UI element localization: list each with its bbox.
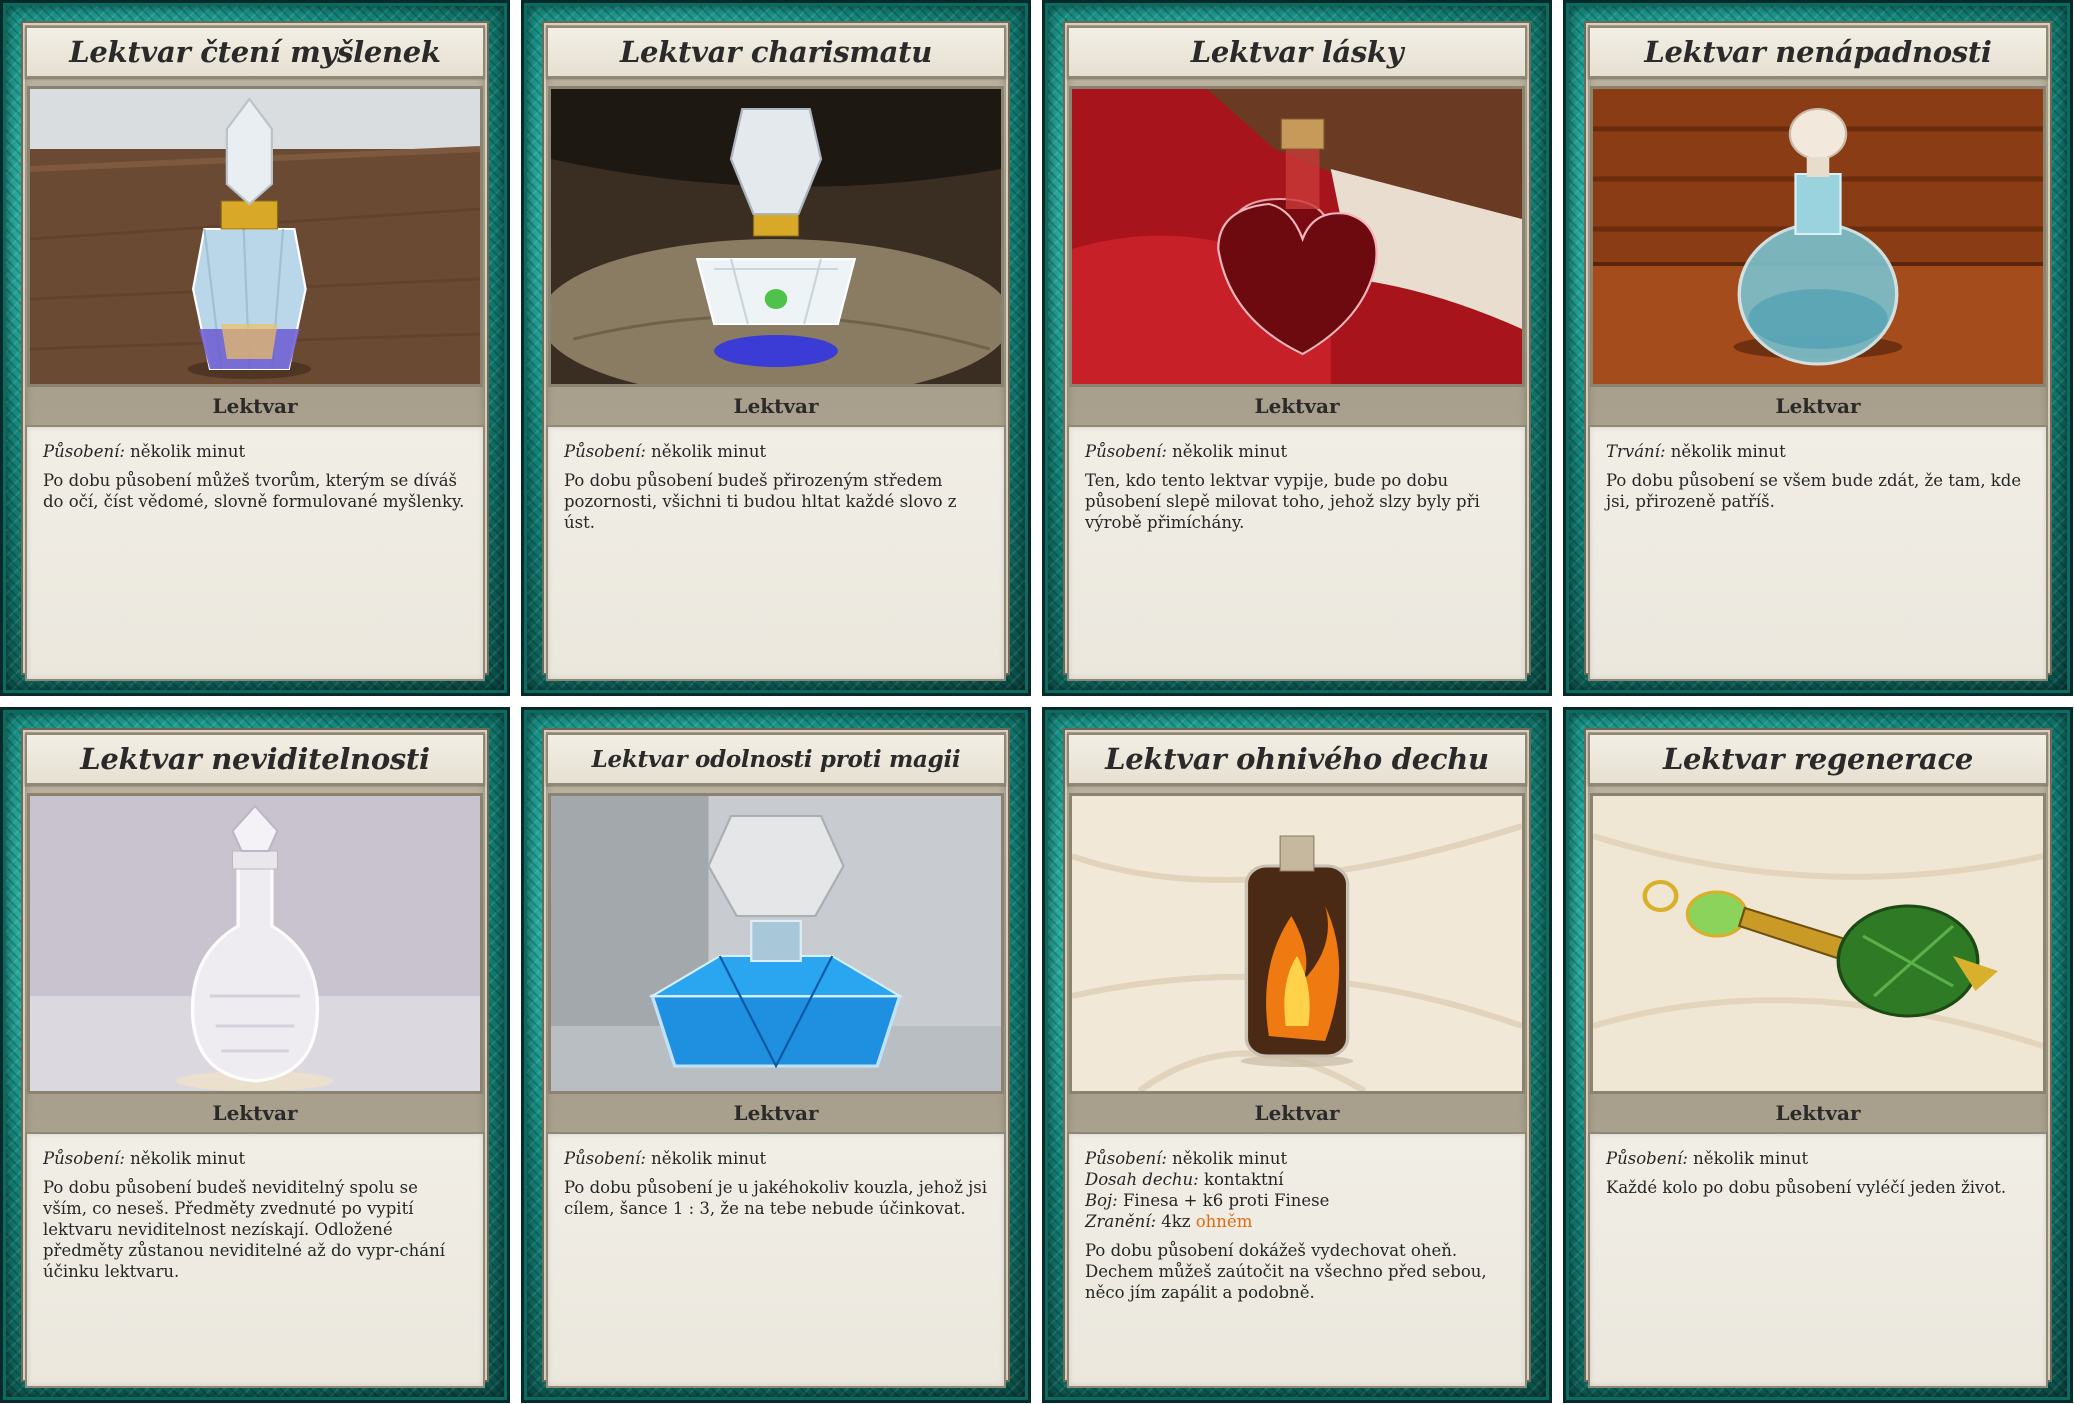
stat-value: několik minut [130, 442, 246, 461]
stat-label: Působení: [1085, 1149, 1167, 1168]
card-artwork [27, 793, 483, 1094]
card-text: Působení: několik minut Po dobu působení… [546, 425, 1006, 681]
stat-line: Působení: několik minut [564, 441, 988, 462]
stat-label: Působení: [1606, 1149, 1688, 1168]
card-title: Lektvar nenápadnosti [1588, 26, 2048, 78]
card-description: Po dobu působení se všem bude zdát, že t… [1606, 471, 2022, 511]
card-description: Po dobu působení budeš neviditelný spolu… [43, 1178, 446, 1281]
stat-line: Působení: několik minut [43, 441, 467, 462]
card-artwork [548, 86, 1004, 387]
card-artwork [1069, 86, 1525, 387]
stat-label: Působení: [43, 1149, 125, 1168]
card-type: Lektvar [733, 1101, 819, 1125]
stat-label: Trvání: [1606, 442, 1666, 461]
stat-value: několik minut [130, 1149, 246, 1168]
potion-card[interactable]: Lektvar ohnivého dechu Lektvar Působení:… [1042, 707, 1552, 1403]
stat-value: několik minut [1693, 1149, 1809, 1168]
stat-line: Působení: několik minut [564, 1148, 988, 1169]
stat-label: Působení: [1085, 442, 1167, 461]
stat-value: Finesa + k6 proti Finese [1122, 1191, 1330, 1210]
card-type: Lektvar [1775, 394, 1861, 418]
stat-line: Trvání: několik minut [1606, 441, 2030, 462]
card-text: Působení: několik minut Po dobu působení… [546, 1132, 1006, 1388]
card-type: Lektvar [1775, 1101, 1861, 1125]
card-description: Každé kolo po dobu působení vyléčí jeden… [1606, 1178, 2007, 1197]
card-title: Lektvar regenerace [1588, 733, 2048, 785]
card-description: Ten, kdo tento lektvar vypije, bude po d… [1085, 471, 1480, 532]
card-description: Po dobu působení můžeš tvorům, kterým se… [43, 471, 465, 511]
card-type: Lektvar [733, 394, 819, 418]
stat-value: kontaktní [1203, 1170, 1284, 1189]
card-text: Působení: několik minut Po dobu působení… [25, 425, 485, 681]
card-text: Působení: několik minut Dosah dechu: kon… [1067, 1132, 1527, 1388]
potion-card[interactable]: Lektvar čtení myšlenek Lektvar Působení:… [0, 0, 510, 696]
card-artwork [1590, 793, 2046, 1094]
stat-line: Působení: několik minut [1606, 1148, 2030, 1169]
card-title: Lektvar lásky [1067, 26, 1527, 78]
card-title: Lektvar ohnivého dechu [1067, 733, 1527, 785]
stat-label: Působení: [564, 1149, 646, 1168]
card-type: Lektvar [212, 394, 298, 418]
stat-label: Působení: [564, 442, 646, 461]
potion-bottle-illustration [551, 796, 1001, 1091]
stat-label: Zranění: [1085, 1212, 1157, 1231]
stat-value: několik minut [651, 442, 767, 461]
card-title: Lektvar čtení myšlenek [25, 26, 485, 78]
card-artwork [1069, 793, 1525, 1094]
card-title: Lektvar neviditelnosti [25, 733, 485, 785]
potion-bottle-illustration [30, 796, 480, 1091]
stat-line: Působení: několik minut [43, 1148, 467, 1169]
stat-line: Boj: Finesa + k6 proti Finese [1085, 1190, 1509, 1211]
card-text: Působení: několik minut Každé kolo po do… [1588, 1132, 2048, 1388]
card-type: Lektvar [1254, 1101, 1340, 1125]
card-title: Lektvar odolnosti proti magii [546, 733, 1006, 785]
card-type: Lektvar [212, 1101, 298, 1125]
stat-value: několik minut [1670, 442, 1786, 461]
card-text: Působení: několik minut Ten, kdo tento l… [1067, 425, 1527, 681]
potion-bottle-illustration [30, 89, 480, 384]
stat-line: Zranění: 4kz ohněm [1085, 1211, 1509, 1232]
stat-line: Působení: několik minut [1085, 441, 1509, 462]
potion-card[interactable]: Lektvar nenápadnosti Lektvar Trvání: něk… [1563, 0, 2073, 696]
card-text: Působení: několik minut Po dobu působení… [25, 1132, 485, 1388]
card-description: Po dobu působení dokážeš vydechovat oheň… [1085, 1241, 1487, 1302]
card-title: Lektvar charismatu [546, 26, 1006, 78]
stat-label: Boj: [1085, 1191, 1118, 1210]
stat-line: Dosah dechu: kontaktní [1085, 1169, 1509, 1190]
card-artwork [548, 793, 1004, 1094]
stat-label: Dosah dechu: [1085, 1170, 1199, 1189]
stat-value: několik minut [651, 1149, 767, 1168]
damage-type-highlight: ohněm [1195, 1212, 1253, 1231]
potion-card[interactable]: Lektvar lásky Lektvar Působení: několik … [1042, 0, 1552, 696]
potion-bottle-illustration [551, 89, 1001, 384]
potion-card[interactable]: Lektvar charismatu Lektvar Působení: něk… [521, 0, 1031, 696]
card-artwork [27, 86, 483, 387]
stat-value: několik minut [1172, 442, 1288, 461]
potion-card[interactable]: Lektvar odolnosti proti magii Lektvar Pů… [521, 707, 1031, 1403]
potion-card[interactable]: Lektvar regenerace Lektvar Působení: něk… [1563, 707, 2073, 1403]
potion-bottle-illustration [1072, 796, 1522, 1091]
potion-card[interactable]: Lektvar neviditelnosti Lektvar Působení:… [0, 707, 510, 1403]
stat-value: několik minut [1172, 1149, 1288, 1168]
stat-line: Působení: několik minut [1085, 1148, 1509, 1169]
stat-label: Působení: [43, 442, 125, 461]
card-type: Lektvar [1254, 394, 1340, 418]
card-description: Po dobu působení budeš přirozeným střede… [564, 471, 957, 532]
stat-value: 4kz [1161, 1212, 1191, 1231]
potion-bottle-illustration [1072, 89, 1522, 384]
potion-bottle-illustration [1593, 89, 2043, 384]
potion-bottle-illustration [1593, 796, 2043, 1091]
card-sheet: Lektvar čtení myšlenek Lektvar Působení:… [0, 0, 2074, 1404]
card-description: Po dobu působení je u jakéhokoliv kouzla… [564, 1178, 988, 1218]
card-artwork [1590, 86, 2046, 387]
card-text: Trvání: několik minut Po dobu působení s… [1588, 425, 2048, 681]
